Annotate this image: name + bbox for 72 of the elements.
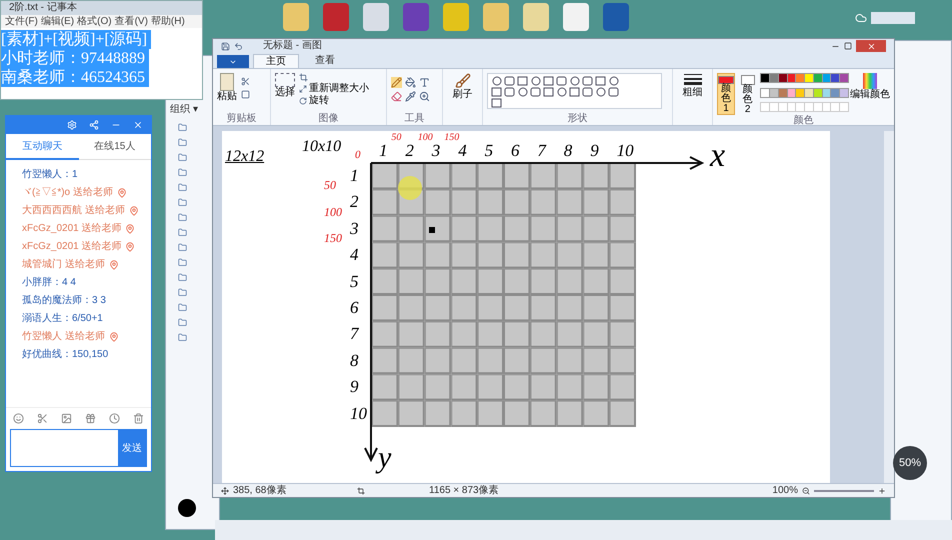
origin-label: 0 [355, 148, 360, 163]
x-mark-label: 50 [391, 132, 402, 143]
x-axis-label: x [710, 139, 726, 173]
x-tick-label: 1 [379, 142, 388, 160]
group-label: 剪贴板 [226, 113, 256, 125]
select-button[interactable]: 选择 [275, 73, 295, 98]
menu-item[interactable]: 格式(O) [77, 16, 112, 28]
resize-button[interactable]: 重新调整大小 [299, 83, 369, 94]
handwritten-note: 12x12 [225, 147, 264, 167]
brush-button[interactable]: 刷子 [443, 69, 483, 125]
chat-message: 小胖胖：4 4 [22, 276, 77, 289]
paste-button[interactable]: 粘贴 [217, 73, 237, 102]
y-tick-label: 4 [350, 246, 358, 264]
y-tick-label: 5 [350, 272, 358, 291]
y-tick-label: 6 [350, 299, 358, 317]
x-tick-label: 10 [616, 142, 634, 160]
color-2-button[interactable]: 颜色 2 [739, 73, 756, 115]
menu-item[interactable]: 编辑(E) [40, 16, 74, 28]
window-title: 无标题 - 画图 [263, 40, 322, 52]
x-tick-label: 5 [484, 142, 494, 160]
y-tick-label: 1 [350, 167, 358, 185]
group-label: 形状 [568, 113, 588, 125]
cursor-position: 385, 68像素 [233, 484, 288, 496]
gift-message: 大西西西西航 送给老师 [22, 204, 125, 217]
y-axis-label: y [378, 443, 392, 473]
gift-message: ヾ(≧▽≦*)o 送给老师 [22, 186, 113, 199]
y-tick-label: 9 [350, 378, 358, 396]
y-tick-label: 10 [350, 404, 367, 423]
gift-message: xFcGz_0201 送给老师 [22, 222, 122, 235]
size-button[interactable]: 粗细 [673, 69, 713, 125]
window-title: 2阶.txt - 记事本 [9, 2, 77, 14]
zoom-level: 100% [772, 484, 798, 496]
x-tick-label: 9 [590, 142, 599, 160]
ribbon-tab[interactable]: 主页 [253, 54, 299, 68]
chat-message: 竹翌懒人：1 [22, 168, 79, 181]
x-tick-label: 3 [432, 142, 440, 160]
x-tick-label: 8 [564, 142, 572, 160]
paint-canvas[interactable]: 12x12 10x10 0 1 2 3 4 5 6 7 8 9 10 50 100 150 1 2 3 4 5 6 7 8 9 10 50 100 150 x y [222, 131, 830, 483]
y-tick-label: 8 [350, 352, 358, 370]
menu-item[interactable]: 查看(V) [114, 16, 148, 28]
y-tick-label: 7 [350, 325, 358, 344]
chat-message: 溺语人生：6/50+1 [22, 312, 104, 325]
group-label: 工具 [404, 113, 424, 125]
gift-message: xFcGz_0201 送给老师 [22, 240, 122, 253]
x-mark-label: 150 [444, 132, 460, 143]
y-mark-label: 100 [324, 206, 342, 219]
chat-tab[interactable]: 在线15人 [78, 134, 151, 160]
color-1-button[interactable]: 颜色 1 [717, 73, 735, 115]
menu-item[interactable]: 文件(F) [5, 16, 38, 28]
gift-message: 竹翌懒人 送给老师 [22, 330, 105, 343]
y-mark-label: 150 [324, 232, 342, 246]
group-label: 图像 [318, 113, 338, 125]
x-tick-label: 7 [537, 142, 546, 160]
ribbon-tab[interactable]: 查看 [303, 54, 347, 68]
x-mark-label: 100 [418, 132, 433, 143]
x-tick-label: 4 [458, 142, 467, 160]
chat-message: 好优曲线：150,150 [22, 348, 110, 361]
y-tick-label: 3 [350, 220, 358, 238]
x-tick-label: 2 [405, 142, 414, 160]
edit-colors-button[interactable]: 编辑颜色 [850, 73, 890, 115]
y-tick-label: 2 [350, 193, 358, 212]
group-label: 颜色 [794, 115, 814, 127]
x-tick-label: 6 [511, 142, 520, 160]
menu-item[interactable]: 帮助(H) [150, 16, 185, 28]
rotate-button[interactable]: 旋转 [299, 95, 369, 106]
gift-message: 城管城门 送给老师 [22, 258, 105, 271]
chat-tab[interactable]: 互动聊天 [6, 134, 78, 160]
image-size: 1165 × 873像素 [429, 484, 499, 496]
chat-message: 孤岛的魔法师：3 3 [22, 294, 107, 307]
handwritten-note: 10x10 [302, 137, 342, 157]
y-mark-label: 50 [324, 179, 336, 192]
organize-menu[interactable]: 组织 ▾ [170, 102, 198, 117]
